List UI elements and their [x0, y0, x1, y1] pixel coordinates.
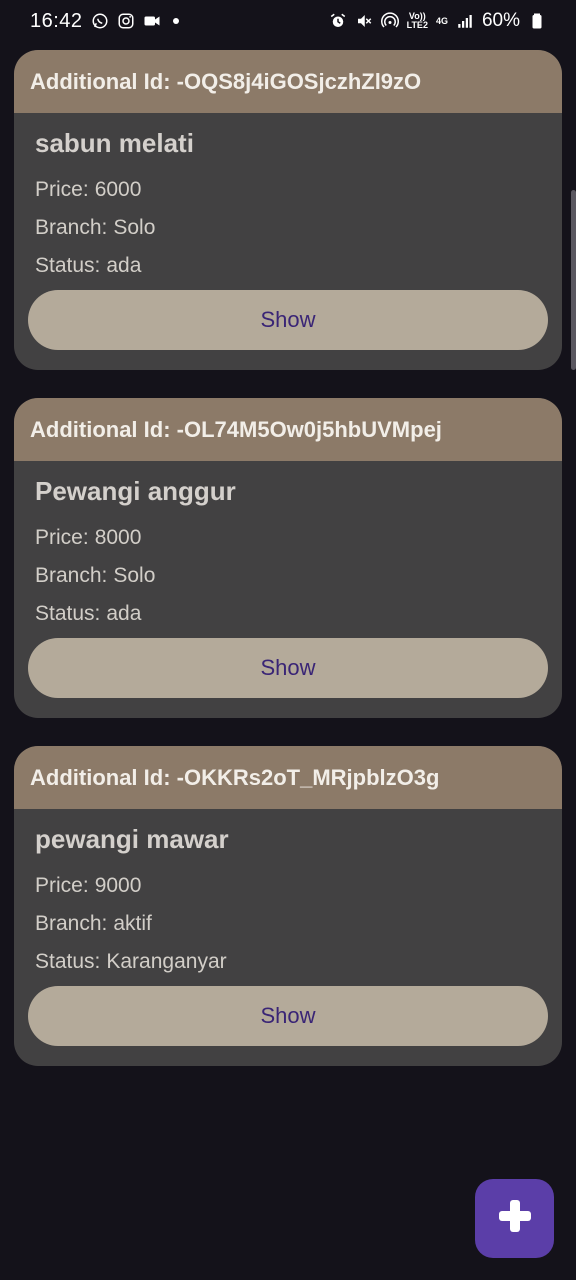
item-card: Additional Id: -OL74M5Ow0j5hbUVMpej Pewa…: [14, 398, 562, 718]
additional-id-label: Additional Id:: [30, 68, 171, 94]
price-value: 8000: [94, 526, 142, 549]
branch-value: Solo: [113, 564, 156, 587]
price-line: Price: 9000: [35, 867, 541, 905]
additional-id-value: -OKKRs2oT_MRjpblzO3g: [176, 764, 440, 790]
branch-line: Branch: Solo: [35, 557, 541, 595]
item-list: Additional Id: -OQS8j4iGOSjczhZl9zO sabu…: [14, 50, 562, 1094]
item-name: pewangi mawar: [35, 824, 229, 854]
additional-id-value: -OQS8j4iGOSjczhZl9zO: [176, 68, 422, 94]
status-left: 16:42: [30, 10, 179, 33]
plus-icon: [495, 1196, 535, 1241]
status-line: Status: Karanganyar: [35, 943, 541, 981]
additional-id-label: Additional Id:: [30, 764, 171, 790]
status-line: Status: ada: [35, 595, 541, 633]
status-bar: 16:42 Vo)) LTE2 4G 60%: [0, 0, 576, 42]
additional-id-value: -OL74M5Ow0j5hbUVMpej: [176, 416, 442, 442]
status-right: Vo)) LTE2 4G 60%: [329, 10, 546, 32]
price-line: Price: 8000: [35, 519, 541, 557]
instagram-icon: [117, 12, 135, 30]
price-line: Price: 6000: [35, 171, 541, 209]
status-value: ada: [106, 254, 142, 277]
branch-label: Branch:: [35, 216, 108, 239]
item-card: Additional Id: -OQS8j4iGOSjczhZl9zO sabu…: [14, 50, 562, 370]
status-label: Status:: [35, 254, 101, 277]
notification-dot: [172, 18, 179, 24]
card-body: Pewangi anggur Price: 8000 Branch: Solo St…: [14, 461, 562, 633]
status-label: Status:: [35, 950, 101, 973]
branch-label: Branch:: [35, 564, 108, 587]
show-button[interactable]: Show: [28, 986, 548, 1046]
item-name: Pewangi anggur: [35, 476, 236, 506]
card-header: Additional Id: -OKKRs2oT_MRjpblzO3g: [14, 746, 562, 809]
mute-icon: [355, 12, 373, 30]
network-lte: LTE2: [406, 20, 428, 30]
branch-value: aktif: [113, 912, 152, 935]
item-card: Additional Id: -OKKRs2oT_MRjpblzO3g pewa…: [14, 746, 562, 1066]
network-type: Vo)) LTE2: [407, 12, 428, 30]
show-button[interactable]: Show: [28, 638, 548, 698]
price-value: 6000: [94, 178, 142, 201]
branch-label: Branch:: [35, 912, 108, 935]
card-header: Additional Id: -OL74M5Ow0j5hbUVMpej: [14, 398, 562, 461]
battery-percent: 60%: [481, 10, 520, 31]
scrollbar[interactable]: [571, 190, 576, 370]
price-label: Price:: [35, 874, 89, 897]
price-label: Price:: [35, 526, 89, 549]
card-header: Additional Id: -OQS8j4iGOSjczhZl9zO: [14, 50, 562, 113]
alarm-icon: [329, 12, 347, 30]
status-value: Karanganyar: [106, 950, 227, 973]
add-item-button[interactable]: [475, 1179, 554, 1258]
status-value: ada: [106, 602, 142, 625]
network-gen: 4G: [435, 15, 448, 26]
price-value: 9000: [94, 874, 142, 897]
whatsapp-icon: [91, 12, 109, 30]
item-name: sabun melati: [35, 128, 194, 158]
video-camera-icon: [143, 12, 161, 30]
price-label: Price:: [35, 178, 89, 201]
status-time: 16:42: [30, 9, 83, 32]
show-button[interactable]: Show: [28, 290, 548, 350]
hotspot-icon: [380, 12, 399, 30]
status-label: Status:: [35, 602, 101, 625]
card-body: pewangi mawar Price: 9000 Branch: aktif St…: [14, 809, 562, 981]
status-line: Status: ada: [35, 247, 541, 285]
additional-id-label: Additional Id:: [30, 416, 171, 442]
battery-icon: [528, 12, 546, 30]
signal-icon: [456, 12, 474, 30]
card-body: sabun melati Price: 6000 Branch: Solo Stat…: [14, 113, 562, 285]
branch-value: Solo: [113, 216, 156, 239]
branch-line: Branch: aktif: [35, 905, 541, 943]
branch-line: Branch: Solo: [35, 209, 541, 247]
